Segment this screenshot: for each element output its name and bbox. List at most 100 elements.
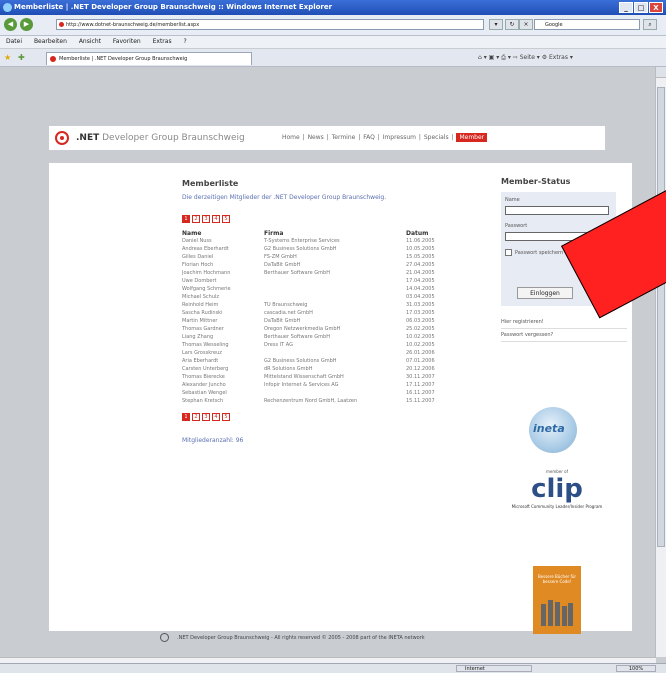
member-table: Name Firma Datum Daniel Nuss T-Systems En… [182,229,488,405]
page-link[interactable]: 5 [222,215,230,223]
dropdown-icon[interactable]: ▾ [489,19,503,30]
search-input[interactable]: Google [534,19,640,30]
menu-item-ansicht[interactable]: Ansicht [79,38,101,45]
member-name: Sascha Rudinski [182,310,223,316]
page-link[interactable]: 1 [182,215,190,223]
table-row: Stephan Kretsch Rechenzentrum Nord GmbH, … [182,397,488,405]
member-firma: Infopir Internet & Services AG [264,382,339,388]
username-field[interactable] [505,206,609,215]
page-link[interactable]: 3 [202,413,210,421]
command-bar-icons[interactable]: ⌂ ▾ ▣ ▾ ⎙ ▾ ⇨ Seite ▾ ⚙ Extras ▾ [478,53,573,63]
member-name: Uwe Dombert [182,278,217,284]
scroll-thumb[interactable] [657,87,665,547]
table-row: Uwe Dombert 17.04.2005 [182,277,488,285]
member-firma: FS-ZM GmbH [264,254,297,260]
memberlist-intro: Die derzeitigen Mitglieder der .NET Deve… [182,194,387,201]
zoom-level[interactable]: 100% [616,665,656,672]
address-input[interactable]: http://www.dotnet-braunschweig.de/member… [56,19,484,30]
member-datum: 16.11.2007 [406,390,435,396]
refresh-icon[interactable]: ↻ [505,19,519,30]
member-datum: 30.11.2007 [406,374,435,380]
memberlist-section: Memberliste Die derzeitigen Mitglieder d… [182,179,482,444]
tab-memberliste[interactable]: Memberliste | .NET Developer Group Braun… [46,52,252,65]
menu-item-bearbeiten[interactable]: Bearbeiten [34,38,67,45]
ineta-logo[interactable]: ineta [519,403,587,459]
member-firma: Berthauer Software GmbH [264,334,330,340]
nav-home[interactable]: Home [282,134,300,141]
stop-icon[interactable]: × [519,19,533,30]
member-rows: Daniel Nuss T-Systems Enterprise Services… [182,237,488,405]
add-favorite-icon[interactable]: ✚ [18,53,27,62]
register-link[interactable]: Hier registrieren! [501,316,627,329]
footer-logo-icon [160,633,169,642]
login-button[interactable]: Einloggen [517,287,573,299]
nav-news[interactable]: News [308,134,324,141]
member-name: Daniel Nuss [182,238,212,244]
window-controls: _ □ X [619,2,663,13]
nav-faq[interactable]: FAQ [363,134,375,141]
site-header: .NET Developer Group Braunschweig Home |… [49,126,605,150]
page-link[interactable]: 2 [192,215,200,223]
nav-specials[interactable]: Specials [424,134,449,141]
forgot-password-link[interactable]: Passwort vergessen? [501,329,627,342]
search-icon[interactable]: ⌕ [643,19,657,30]
page-link[interactable]: 1 [182,413,190,421]
member-name: Thomas Bierecke [182,374,225,380]
site-favicon-icon [59,22,64,27]
member-firma: G2 Business Solutions GmbH [264,358,337,364]
minimize-button[interactable]: _ [619,2,633,13]
member-firma [264,389,406,397]
menu-item-datei[interactable]: Datei [6,38,22,45]
menu-item-extras[interactable]: Extras [153,38,172,45]
nav-termine[interactable]: Termine [332,134,356,141]
table-row: Michael Schulz 03.04.2005 [182,293,488,301]
member-name: Stephan Kretsch [182,398,224,404]
book-ad-banner[interactable]: Bessere Bücher für bessere Code! [533,566,581,634]
checkbox-icon[interactable] [505,249,512,256]
menu-item-help[interactable]: ? [184,38,187,45]
window-titlebar: Memberliste | .NET Developer Group Braun… [0,0,666,15]
dnug-logo-icon [55,131,69,145]
site-nav: Home | News | Termine | FAQ | Impressum … [281,133,488,142]
member-firma [264,349,406,357]
menu-item-favoriten[interactable]: Favoriten [113,38,141,45]
table-row: Sascha Rudinski cascadia.net GmbH 17.03.20… [182,309,488,317]
clip-logo[interactable]: member of clip Microsoft Community Leade… [511,469,603,535]
member-firma: G2 Business Solutions GmbH [264,246,337,252]
vertical-scrollbar[interactable] [655,67,666,657]
page-link[interactable]: 3 [202,215,210,223]
site-logo-text[interactable]: .NET Developer Group Braunschweig [76,133,245,143]
page-link[interactable]: 4 [212,215,220,223]
table-row: Thomas Wesseling Dress IT AG 10.02.2005 [182,341,488,349]
member-firma: cascadia.net GmbH [264,310,313,316]
member-datum: 06.03.2005 [406,318,435,324]
nav-member[interactable]: Member [456,133,488,142]
table-row: Lars Grosskreuz 26.01.2006 [182,349,488,357]
table-row: Thomas Bierecke Mittelstand Wissenschaft … [182,373,488,381]
ie-logo-icon [3,3,12,12]
scroll-up-icon[interactable] [656,67,666,78]
address-toolbar: ◀ ▶ http://www.dotnet-braunschweig.de/me… [0,15,666,36]
security-zone[interactable]: Internet [456,665,532,672]
member-datum: 25.02.2005 [406,326,435,332]
member-datum: 10.02.2005 [406,342,435,348]
back-arrow-icon[interactable]: ◀ [4,18,17,31]
table-row: Alexander Juncho Infopir Internet & Servi… [182,381,488,389]
page-link[interactable]: 5 [222,413,230,421]
member-datum: 26.01.2006 [406,350,435,356]
maximize-button[interactable]: □ [634,2,648,13]
member-datum: 11.06.2005 [406,238,435,244]
member-name: Thomas Wesseling [182,342,229,348]
close-button[interactable]: X [649,2,663,13]
forward-arrow-icon[interactable]: ▶ [20,18,33,31]
page-link[interactable]: 4 [212,413,220,421]
table-row: Florian Hoch DaTaBit GmbH 27.04.2005 [182,261,488,269]
nav-impressum[interactable]: Impressum [383,134,416,141]
page-link[interactable]: 2 [192,413,200,421]
member-firma [264,293,406,301]
pager-bottom: 1 2 3 4 5 [182,413,482,421]
member-datum: 27.04.2005 [406,262,435,268]
member-datum: 17.11.2007 [406,382,435,388]
favorites-star-icon[interactable]: ★ [4,53,13,62]
books-icon [541,600,573,626]
